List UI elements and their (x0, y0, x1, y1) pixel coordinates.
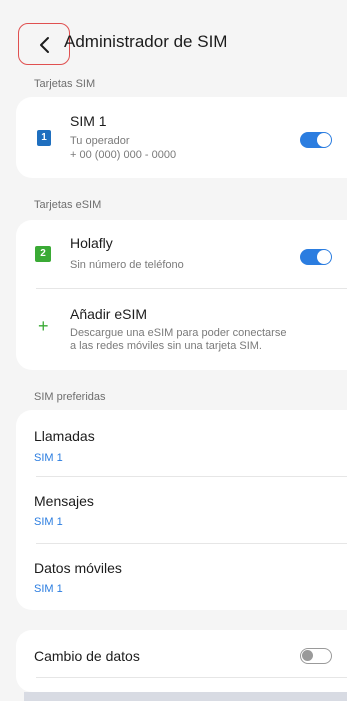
preferred-sim-card: Llamadas SIM 1 Mensajes SIM 1 Datos móvi… (16, 410, 347, 610)
add-esim-title: Añadir eSIM (70, 306, 148, 322)
holafly-subtitle: Sin número de teléfono (70, 259, 184, 271)
holafly-row[interactable]: 2 Holafly Sin número de teléfono (16, 220, 347, 288)
esim-cards-card: 2 Holafly Sin número de teléfono + Añadi… (16, 220, 347, 370)
sim1-title: SIM 1 (70, 113, 107, 129)
holafly-toggle[interactable] (300, 249, 332, 265)
sim-cards-card: 1 SIM 1 Tu operador + 00 (000) 000 - 000… (16, 97, 347, 178)
data-switch-row[interactable]: Cambio de datos (16, 630, 347, 680)
calls-value: SIM 1 (34, 452, 63, 464)
plus-icon: + (38, 316, 49, 336)
data-switch-title: Cambio de datos (34, 648, 140, 664)
calls-row[interactable]: Llamadas SIM 1 (16, 410, 347, 476)
messages-title: Mensajes (34, 493, 94, 509)
mobile-data-title: Datos móviles (34, 560, 122, 576)
add-esim-description-line2: a las redes móviles sin una tarjeta SIM. (70, 340, 262, 352)
toggle-knob (317, 133, 331, 147)
sim1-badge-icon: 1 (37, 130, 51, 146)
holafly-title: Holafly (70, 235, 113, 251)
mobile-data-value: SIM 1 (34, 583, 63, 595)
sim1-number: + 00 (000) 000 - 0000 (70, 149, 177, 161)
section-label-esim-cards: Tarjetas eSIM (34, 199, 102, 211)
messages-value: SIM 1 (34, 516, 63, 528)
back-button[interactable] (18, 23, 70, 65)
add-esim-description-line1: Descargue una eSIM para poder conectarse (70, 327, 287, 339)
divider (36, 677, 347, 678)
sim1-toggle[interactable] (300, 132, 332, 148)
page-title: Administrador de SIM (64, 32, 228, 51)
chevron-left-icon (40, 37, 49, 53)
bottom-scroll-edge (24, 692, 347, 701)
toggle-knob (317, 250, 331, 264)
toggle-knob (302, 650, 313, 661)
mobile-data-row[interactable]: Datos móviles SIM 1 (16, 544, 347, 610)
data-switch-card: Cambio de datos (16, 630, 347, 692)
data-switch-toggle[interactable] (300, 648, 332, 664)
messages-row[interactable]: Mensajes SIM 1 (16, 477, 347, 543)
sim1-operator: Tu operador (70, 135, 130, 147)
calls-title: Llamadas (34, 428, 95, 444)
section-label-preferred-sim: SIM preferidas (34, 391, 106, 403)
sim2-badge-icon: 2 (35, 246, 51, 262)
header: Administrador de SIM (0, 20, 347, 70)
section-label-sim-cards: Tarjetas SIM (34, 78, 96, 90)
add-esim-row[interactable]: + Añadir eSIM Descargue una eSIM para po… (16, 289, 347, 370)
sim1-row[interactable]: 1 SIM 1 Tu operador + 00 (000) 000 - 000… (16, 97, 347, 178)
